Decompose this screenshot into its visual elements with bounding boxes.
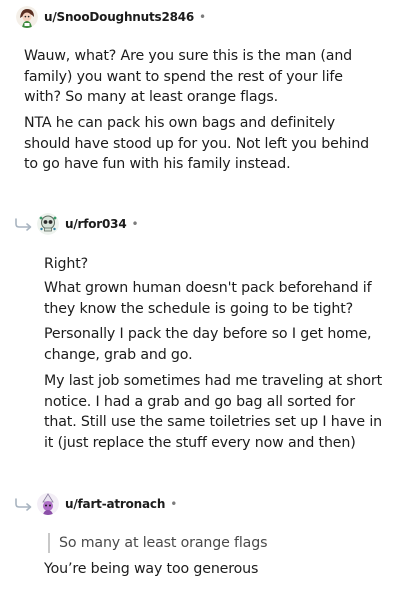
meta-separator: • [199, 10, 207, 24]
username[interactable]: u/fart-atronach [65, 497, 165, 511]
blockquote: So many at least orange flags [48, 533, 389, 553]
comment-text: Right? [44, 256, 88, 272]
comment-text: Personally I pack the day before so I ge… [44, 326, 372, 363]
reply-arrow-icon [15, 498, 32, 511]
comment-header: u/SnooDoughnuts2846 • [16, 4, 206, 30]
comment-text: My last job sometimes had me traveling a… [44, 373, 383, 451]
meta-separator: • [170, 497, 178, 511]
username[interactable]: u/SnooDoughnuts2846 [44, 10, 194, 24]
username[interactable]: u/rfor034 [65, 217, 127, 231]
skull-avatar-icon[interactable] [37, 213, 59, 235]
comment-header: u/rfor034 • [37, 211, 139, 237]
wizard-avatar-icon[interactable] [37, 493, 59, 515]
snoo-avatar-icon[interactable] [16, 6, 38, 28]
comment-header: u/fart-atronach • [37, 491, 177, 517]
comment-text: You’re being way too generous [44, 561, 259, 577]
comment-text: Wauw, what? Are you sure this is the man… [24, 48, 353, 105]
meta-separator: • [131, 217, 139, 231]
comment-text: What grown human doesn't pack beforehand… [44, 280, 372, 317]
reply-arrow-icon [15, 218, 32, 231]
comment-text: NTA he can pack his own bags and definit… [24, 115, 370, 172]
